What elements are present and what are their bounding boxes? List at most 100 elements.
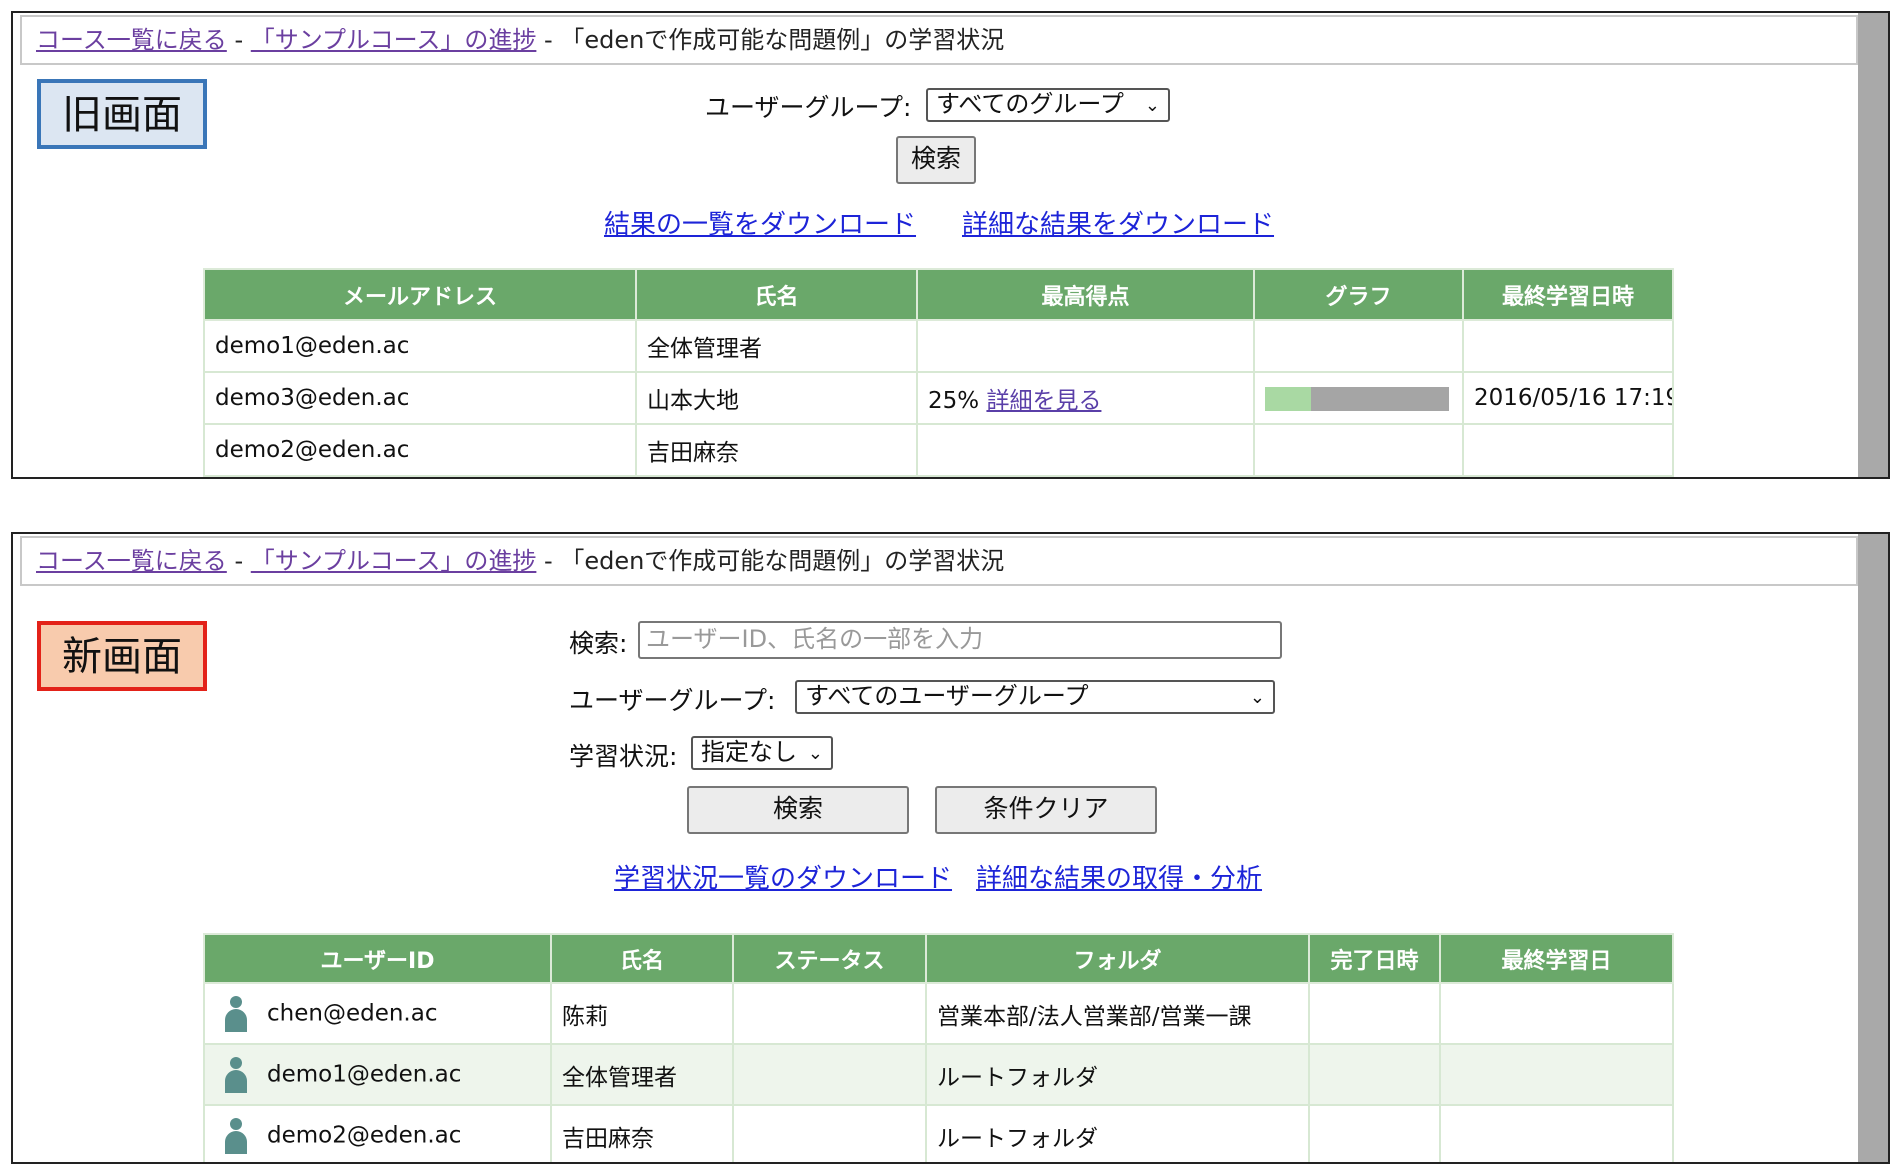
user-group-select-value: すべてのグループ [936, 90, 1124, 118]
status-cell [732, 1104, 927, 1162]
course-progress-link[interactable]: 「サンプルコース」の進捗 [251, 547, 537, 575]
old-screen-panel: コース一覧に戻る - 「サンプルコース」の進捗 - 「edenで作成可能な問題例… [11, 11, 1890, 479]
back-to-course-list-link[interactable]: コース一覧に戻る [36, 26, 227, 54]
completed-cell [1308, 1043, 1441, 1106]
study-status-select[interactable]: 指定なし ⌄ [691, 736, 833, 770]
table-row[interactable]: demo2@eden.ac 吉田麻奈 ルートフォルダ [203, 1104, 1674, 1162]
name-cell: 吉田麻奈 [635, 423, 918, 477]
graph-cell [1253, 319, 1464, 373]
user-id-text: demo1@eden.ac [267, 1061, 462, 1087]
search-input[interactable]: ユーザーID、氏名の一部を入力 [638, 621, 1282, 659]
graph-cell [1253, 371, 1464, 425]
back-to-course-list-link[interactable]: コース一覧に戻る [36, 547, 227, 575]
last-study-cell [1439, 1104, 1674, 1162]
column-header-graph: グラフ [1253, 268, 1464, 321]
chevron-down-icon: ⌄ [1249, 687, 1265, 708]
table-row[interactable]: chen@eden.ac 陈莉 営業本部/法人営業部/営業一課 [203, 982, 1674, 1045]
status-cell [732, 982, 927, 1045]
user-group-label: ユーザーグループ: [705, 93, 912, 122]
user-id-cell: demo1@eden.ac [203, 1043, 552, 1106]
graph-cell [1253, 423, 1464, 477]
search-label: 検索: [569, 629, 628, 658]
completed-cell [1308, 982, 1441, 1045]
score-cell: 25% 詳細を見る [916, 371, 1255, 425]
study-status-label: 学習状況: [569, 742, 678, 771]
folder-cell: ルートフォルダ [925, 1104, 1310, 1162]
search-button[interactable]: 検索 [687, 786, 909, 834]
view-detail-link[interactable]: 詳細を見る [986, 388, 1101, 414]
column-header-best-score[interactable]: 最高得点 [916, 268, 1255, 321]
column-header-folder[interactable]: フォルダ [925, 933, 1310, 984]
column-header-status[interactable]: ステータス [732, 933, 927, 984]
email-cell: demo2@eden.ac [203, 423, 637, 477]
breadcrumb-separator: - [544, 547, 553, 575]
user-group-select-value: すべてのユーザーグループ [805, 682, 1089, 710]
vertical-scrollbar[interactable] [1858, 534, 1888, 1162]
breadcrumb-separator: - [544, 26, 553, 54]
user-group-select[interactable]: すべてのグループ ⌄ [926, 88, 1170, 122]
folder-cell: ルートフォルダ [925, 1043, 1310, 1106]
score-cell [916, 319, 1255, 373]
column-header-user-id[interactable]: ユーザーID [203, 933, 552, 984]
old-screen-label: 旧画面 [37, 79, 207, 149]
detail-analysis-link[interactable]: 詳細な結果の取得・分析 [976, 858, 1262, 895]
breadcrumb-separator: - [234, 26, 244, 54]
email-cell: demo1@eden.ac [203, 319, 637, 373]
score-value: 25% [928, 388, 980, 414]
download-summary-link[interactable]: 結果の一覧をダウンロード [604, 204, 916, 241]
user-group-label: ユーザーグループ: [569, 686, 776, 715]
last-study-cell: 2016/05/16 17:19 [1462, 371, 1674, 425]
completed-cell [1308, 1104, 1441, 1162]
breadcrumb-separator: - [234, 547, 244, 575]
last-study-cell [1462, 423, 1674, 477]
name-cell: 全体管理者 [635, 319, 918, 373]
user-id-cell: chen@eden.ac [203, 982, 552, 1045]
table-row: demo3@eden.ac 山本大地 25% 詳細を見る 2016/05/16 … [203, 371, 1674, 425]
name-cell: 山本大地 [635, 371, 918, 425]
last-study-cell [1439, 982, 1674, 1045]
column-header-name[interactable]: 氏名 [635, 268, 918, 321]
results-table: メールアドレス 氏名 最高得点 グラフ 最終学習日時 demo1@eden.ac… [203, 268, 1674, 477]
user-id-text: demo2@eden.ac [267, 1122, 462, 1148]
last-study-cell [1439, 1043, 1674, 1106]
users-table: ユーザーID 氏名 ステータス フォルダ 完了日時 最終学習日 chen@ede… [203, 933, 1674, 1162]
score-progress-bar [1265, 386, 1449, 411]
status-cell [732, 1043, 927, 1106]
user-id-cell: demo2@eden.ac [203, 1104, 552, 1162]
name-cell: 吉田麻奈 [550, 1104, 734, 1162]
table-row[interactable]: demo1@eden.ac 全体管理者 ルートフォルダ [203, 1043, 1674, 1106]
breadcrumb: コース一覧に戻る - 「サンプルコース」の進捗 - 「edenで作成可能な問題例… [20, 15, 1858, 65]
email-cell: demo3@eden.ac [203, 371, 637, 425]
breadcrumb-current: 「edenで作成可能な問題例」の学習状況 [560, 547, 1005, 575]
column-header-completed[interactable]: 完了日時 [1308, 933, 1441, 984]
download-detail-link[interactable]: 詳細な結果をダウンロード [962, 204, 1274, 241]
column-header-last-study[interactable]: 最終学習日 [1439, 933, 1674, 984]
name-cell: 全体管理者 [550, 1043, 734, 1106]
user-group-select[interactable]: すべてのユーザーグループ ⌄ [795, 680, 1275, 714]
vertical-scrollbar[interactable] [1858, 13, 1888, 477]
breadcrumb: コース一覧に戻る - 「サンプルコース」の進捗 - 「edenで作成可能な問題例… [20, 536, 1858, 586]
new-screen-panel: コース一覧に戻る - 「サンプルコース」の進捗 - 「edenで作成可能な問題例… [11, 532, 1890, 1164]
last-study-cell [1462, 319, 1674, 373]
score-cell [916, 423, 1255, 477]
clear-conditions-button[interactable]: 条件クリア [935, 786, 1157, 834]
table-row: demo1@eden.ac 全体管理者 [203, 319, 1674, 373]
search-button[interactable]: 検索 [896, 136, 976, 184]
course-progress-link[interactable]: 「サンプルコース」の進捗 [251, 26, 537, 54]
column-header-name[interactable]: 氏名 [550, 933, 734, 984]
score-progress-fill [1265, 386, 1311, 411]
chevron-down-icon: ⌄ [1144, 95, 1160, 116]
study-status-select-value: 指定なし [701, 738, 797, 766]
column-header-last-study[interactable]: 最終学習日時 [1462, 268, 1674, 321]
user-icon [225, 995, 247, 1032]
table-row: demo2@eden.ac 吉田麻奈 [203, 423, 1674, 477]
user-icon [225, 1117, 247, 1154]
column-header-email[interactable]: メールアドレス [203, 268, 637, 321]
chevron-down-icon: ⌄ [807, 743, 823, 764]
folder-cell: 営業本部/法人営業部/営業一課 [925, 982, 1310, 1045]
download-status-list-link[interactable]: 学習状況一覧のダウンロード [614, 858, 952, 895]
new-screen-label: 新画面 [37, 621, 207, 691]
breadcrumb-current: 「edenで作成可能な問題例」の学習状況 [560, 26, 1005, 54]
user-id-text: chen@eden.ac [267, 1000, 438, 1026]
name-cell: 陈莉 [550, 982, 734, 1045]
